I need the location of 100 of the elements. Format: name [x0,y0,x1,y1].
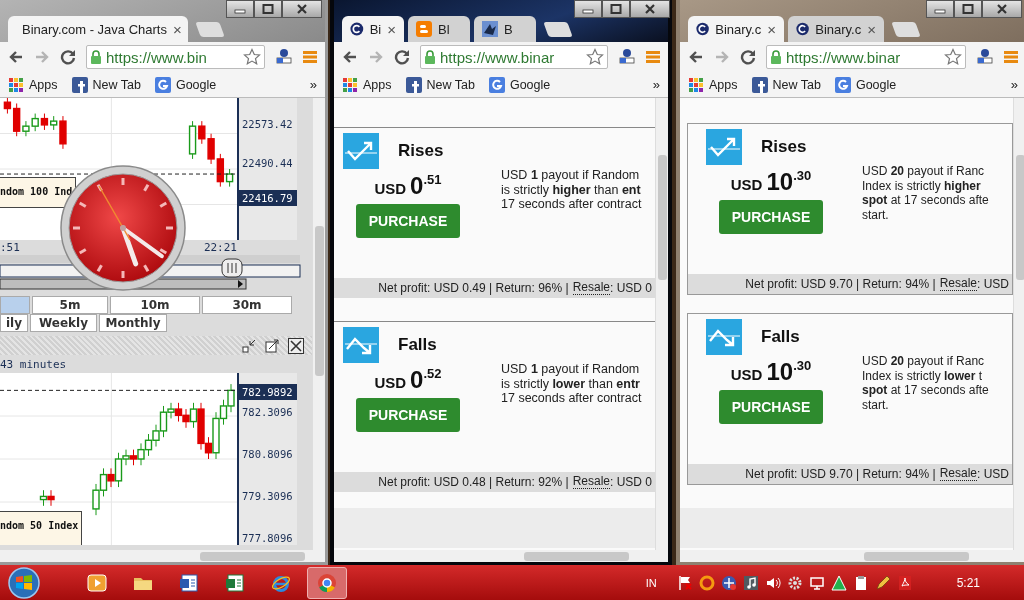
purchase-button[interactable]: PURCHASE [356,398,460,432]
bookmark-link[interactable]: New Tab [71,76,141,93]
address-bar[interactable]: https://www.bin [86,45,265,69]
maximize-button[interactable] [254,0,282,18]
purchase-button[interactable]: PURCHASE [356,204,460,238]
candle [144,433,153,457]
resale-value: : USD [977,467,1009,481]
browser-tab[interactable]: Binary.com - Java Charts × [8,16,188,42]
star-icon[interactable] [243,48,261,66]
maximize-button[interactable] [954,0,982,18]
address-bar[interactable]: https://www.binar [420,45,608,69]
contract-description: USD 1 payout if Random is strictly lower than entr 17 seconds after contract [501,362,642,407]
browser-tab[interactable]: Bl [408,16,470,42]
bookmark-link[interactable]: Google [834,76,897,93]
browser-tab[interactable]: Bi × [342,16,404,42]
maximize-icon [262,4,274,14]
close-tab-button[interactable]: × [767,20,776,38]
close-button[interactable] [630,0,670,18]
minimize-button[interactable] [574,0,602,18]
period-tab[interactable]: Monthly [99,314,167,332]
taskbar-button[interactable] [307,566,347,599]
monitor-icon[interactable] [808,574,825,591]
shrink-icon[interactable] [242,338,256,353]
back-button[interactable] [8,49,24,65]
address-bar[interactable]: https://www.binar [766,45,966,69]
extension-icon[interactable] [618,48,636,66]
more-bookmarks-button[interactable]: » [1010,77,1018,92]
network-icon[interactable] [720,574,737,591]
close-tab-button[interactable]: × [867,20,876,38]
candle [40,113,49,131]
square-logo-icon [154,76,171,93]
purchase-button[interactable]: PURCHASE [719,200,823,234]
gear-icon[interactable] [786,574,803,591]
more-bookmarks-button[interactable]: » [652,77,660,92]
bookmark-link[interactable]: New Tab [751,76,821,93]
social-logo-icon [71,76,88,93]
minimize-button[interactable] [226,0,254,18]
close-tab-button[interactable]: × [172,20,182,38]
back-button[interactable] [688,49,704,65]
interval-tab[interactable]: 30m [202,296,292,314]
star-icon[interactable] [944,48,962,66]
browser-tab[interactable]: B [474,16,536,42]
circle-logo-icon [350,21,364,37]
resale-link[interactable]: Resale [572,281,610,295]
contract-price: USD 10$^{.30}$ [730,358,812,386]
browser-tab[interactable]: Binary.c × [788,16,884,42]
interval-tab[interactable]: 10m [110,296,200,314]
ring-icon[interactable] [698,574,715,591]
axis-label: 780.8096 [241,448,294,460]
resale-value: : USD 0 [610,281,652,295]
axis-label: 782.3096 [241,406,294,418]
extension-icon[interactable] [275,48,293,66]
close-button[interactable] [288,337,304,354]
pencil-icon[interactable] [874,574,891,591]
scrollbar[interactable] [680,550,1024,562]
start-button[interactable] [6,566,42,599]
scrollbar[interactable] [1013,98,1024,550]
scrollbar[interactable] [334,550,668,562]
apps-icon [342,76,358,93]
bookmark-link[interactable]: Apps [8,76,58,93]
period-tab[interactable]: Weekly [30,314,97,332]
lock-icon [770,50,782,64]
close-button[interactable] [282,0,322,18]
close-icon [296,4,308,14]
reload-button[interactable] [740,49,756,65]
reload-button[interactable] [60,49,76,65]
pdf-document-icon[interactable] [896,574,913,591]
extension-icon[interactable] [976,48,994,66]
maximize-button[interactable] [602,0,630,18]
square-logo-icon [834,76,851,93]
flag-icon[interactable] [676,574,693,591]
back-button[interactable] [342,49,358,65]
bookmark-link[interactable]: New Tab [405,76,475,93]
scrollbar[interactable] [655,98,668,550]
star-icon[interactable] [586,48,604,66]
clock-time[interactable]: 5:21 [956,575,980,590]
bookmark-link[interactable]: Google [154,76,217,93]
close-tab-button[interactable]: × [387,20,396,38]
close-button[interactable] [982,0,1022,18]
expand-icon[interactable] [265,338,279,353]
minimize-button[interactable] [926,0,954,18]
music-icon[interactable] [742,574,759,591]
resale-link[interactable]: Resale [939,467,977,481]
reload-button[interactable] [394,49,410,65]
scrollbar[interactable] [0,550,325,562]
bookmark-link[interactable]: Google [488,76,551,93]
interval-tab[interactable]: 5m [32,296,108,314]
more-bookmarks-button[interactable]: » [309,77,317,92]
new-tab-button[interactable] [543,22,573,37]
scrollbar[interactable] [312,98,325,550]
purchase-button[interactable]: PURCHASE [719,390,823,424]
period-tab[interactable]: ily [0,314,28,332]
bookmark-link[interactable]: Apps [342,76,392,93]
triangle-icon[interactable] [830,574,847,591]
resale-link[interactable]: Resale [572,475,610,489]
browser-tab[interactable]: Binary.c × [688,16,784,42]
language-indicator[interactable]: IN [645,576,657,589]
wheel-browser-icon [317,572,337,593]
bookmark-link[interactable]: Apps [688,76,738,93]
resale-link[interactable]: Resale [939,277,977,291]
